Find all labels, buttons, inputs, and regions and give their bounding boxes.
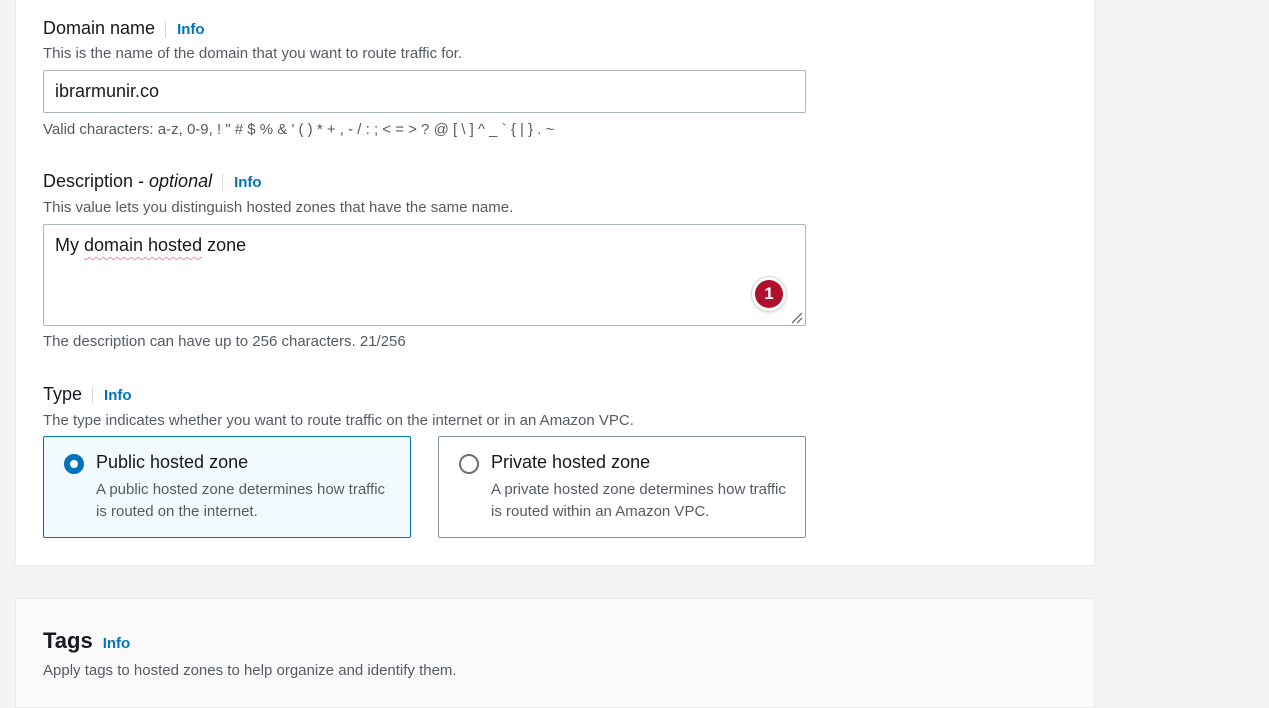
type-label: Type	[43, 384, 83, 404]
description-label-row: Description - optional Info	[43, 171, 262, 192]
domain-name-label: Domain name	[43, 18, 156, 38]
private-hosted-zone-tile[interactable]: Private hosted zone A private hosted zon…	[438, 436, 806, 538]
description-label: Description -	[43, 171, 150, 191]
tags-info-link[interactable]: Info	[103, 635, 131, 652]
description-help: This value lets you distinguish hosted z…	[43, 199, 514, 216]
grammar-issue-count: 1	[755, 280, 783, 308]
tags-panel	[15, 598, 1095, 708]
private-hosted-zone-title: Private hosted zone	[491, 452, 651, 472]
description-text-suffix: zone	[202, 235, 247, 255]
description-constraint: The description can have up to 256 chara…	[43, 333, 406, 350]
domain-name-description: This is the name of the domain that you …	[43, 45, 463, 62]
domain-name-label-row: Domain name Info	[43, 18, 205, 39]
private-hosted-zone-radio[interactable]	[459, 454, 479, 474]
public-hosted-zone-description: A public hosted zone determines how traf…	[96, 481, 386, 520]
type-label-row: Type Info	[43, 384, 132, 405]
domain-name-constraint: Valid characters: a-z, 0-9, ! " # $ % & …	[43, 121, 555, 138]
public-hosted-zone-title: Public hosted zone	[96, 452, 249, 472]
description-optional-label: optional	[149, 171, 213, 191]
type-description: The type indicates whether you want to r…	[43, 412, 634, 429]
domain-name-input[interactable]	[43, 70, 806, 113]
description-text-prefix: My	[55, 235, 84, 255]
resize-handle-icon[interactable]	[790, 311, 803, 324]
tags-title: Tags	[43, 628, 93, 653]
type-info-link[interactable]: Info	[92, 387, 132, 404]
public-hosted-zone-radio[interactable]	[64, 454, 84, 474]
domain-name-info-link[interactable]: Info	[165, 21, 205, 38]
tags-header: Tags Info	[43, 628, 130, 654]
private-hosted-zone-description: A private hosted zone determines how tra…	[491, 481, 786, 520]
spelling-flagged-text: domain hosted	[84, 235, 203, 255]
description-info-link[interactable]: Info	[222, 174, 262, 191]
public-hosted-zone-tile[interactable]: Public hosted zone A public hosted zone …	[43, 436, 411, 538]
description-textarea[interactable]: My domain hosted zone	[43, 224, 806, 326]
tags-description: Apply tags to hosted zones to help organ…	[43, 662, 457, 679]
grammar-issue-badge[interactable]: 1	[752, 277, 786, 311]
